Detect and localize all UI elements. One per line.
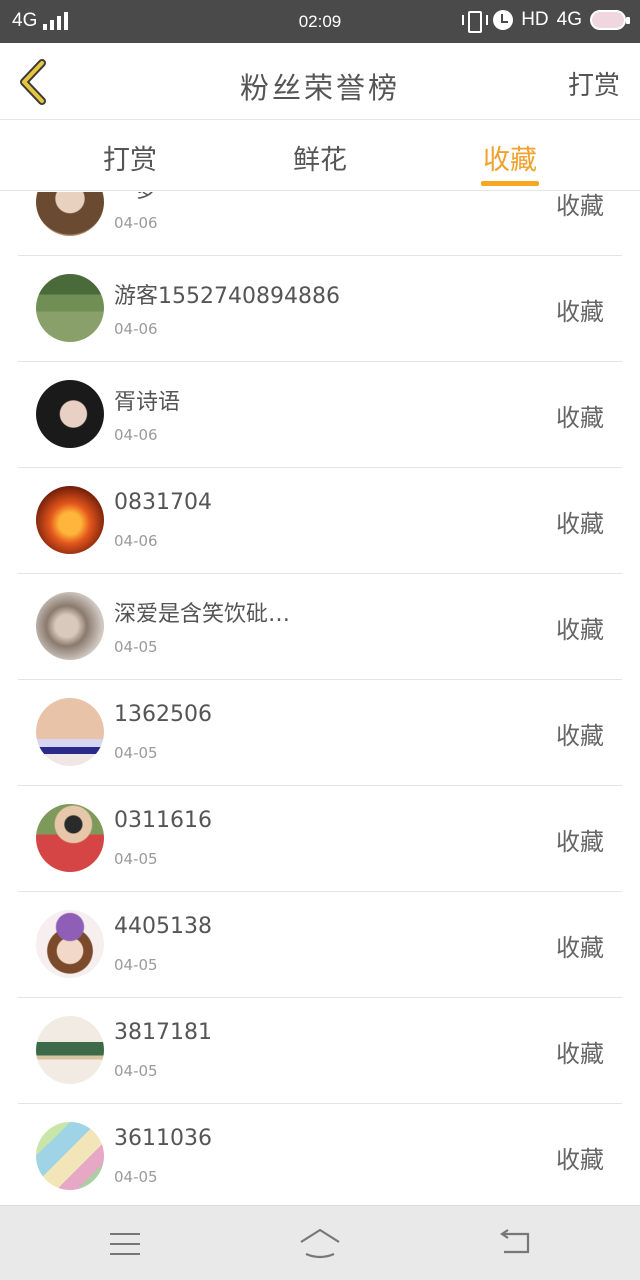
favorite-label: 收藏 [556,616,604,644]
avatar [36,698,104,766]
fan-date: 04-06 [114,214,158,232]
tab-bar: 打赏 鲜花 收藏 [0,120,640,191]
list-item[interactable]: 游客1552740894886 04-06 收藏 [18,256,622,362]
menu-icon[interactable] [110,1233,140,1255]
avatar [36,192,104,236]
favorite-label: 收藏 [556,828,604,856]
tab-reward[interactable]: 打赏 [70,138,190,177]
fan-date: 04-05 [114,1062,158,1080]
favorite-label: 收藏 [556,934,604,962]
fan-date: 04-06 [114,320,158,338]
avatar [36,1122,104,1190]
network-type-right: 4G [556,9,582,30]
fan-name: 0311616 [114,808,212,833]
app-header: 粉丝荣誉榜 打赏 [0,43,640,120]
fan-name: 3817181 [114,1020,212,1045]
alarm-icon [493,10,514,30]
avatar [36,910,104,978]
fan-name: 3611036 [114,1126,212,1151]
favorite-label: 收藏 [556,1146,604,1174]
battery-icon [590,10,630,30]
home-icon[interactable] [298,1226,342,1260]
fan-date: 04-05 [114,956,158,974]
fan-date: 04-05 [114,850,158,868]
avatar [36,804,104,872]
fan-date: 04-06 [114,426,158,444]
active-tab-indicator [481,181,539,186]
avatar [36,486,104,554]
fan-name: 1362506 [114,702,212,727]
vibrate-icon [461,10,489,33]
fan-date: 04-05 [114,1168,158,1186]
status-bar: 4G 02:09 HD 4G [0,0,640,43]
list-item[interactable]: 一梦 04-06 收藏 [18,192,622,256]
tab-favorites[interactable]: 收藏 [450,138,570,177]
list-item[interactable]: 3611036 04-05 收藏 [18,1104,622,1205]
fan-name: 0831704 [114,490,212,515]
fan-name: 4405138 [114,914,212,939]
favorite-label: 收藏 [556,298,604,326]
avatar [36,592,104,660]
reward-button[interactable]: 打赏 [568,65,620,102]
list-item[interactable]: 3817181 04-05 收藏 [18,998,622,1104]
fan-name: 胥诗语 [114,390,181,415]
favorite-label: 收藏 [556,722,604,750]
fan-date: 04-05 [114,638,158,656]
fan-date: 04-05 [114,744,158,762]
favorite-label: 收藏 [556,404,604,432]
list-item[interactable]: 0831704 04-06 收藏 [18,468,622,574]
fan-date: 04-06 [114,532,158,550]
favorite-label: 收藏 [556,510,604,538]
tab-flowers[interactable]: 鲜花 [260,138,380,177]
fan-name: 深爱是含笑饮砒… [114,602,291,627]
list-item[interactable]: 4405138 04-05 收藏 [18,892,622,998]
avatar [36,380,104,448]
avatar [36,1016,104,1084]
list-item[interactable]: 0311616 04-05 收藏 [18,786,622,892]
back-nav-icon[interactable] [498,1228,532,1258]
fan-list[interactable]: 一梦 04-06 收藏 游客1552740894886 04-06 收藏 胥诗语… [0,192,640,1205]
avatar [36,274,104,342]
system-nav-bar [0,1205,640,1280]
fan-name: 一梦 [114,192,158,204]
list-item[interactable]: 深爱是含笑饮砒… 04-05 收藏 [18,574,622,680]
list-item[interactable]: 1362506 04-05 收藏 [18,680,622,786]
favorite-label: 收藏 [556,192,604,220]
page-title: 粉丝荣誉榜 [239,71,400,105]
hd-indicator: HD [521,9,549,30]
fan-list-content: 一梦 04-06 收藏 游客1552740894886 04-06 收藏 胥诗语… [0,192,640,1205]
fan-name: 游客1552740894886 [114,284,340,309]
list-item[interactable]: 胥诗语 04-06 收藏 [18,362,622,468]
status-right: HD 4G [461,9,630,33]
favorite-label: 收藏 [556,1040,604,1068]
